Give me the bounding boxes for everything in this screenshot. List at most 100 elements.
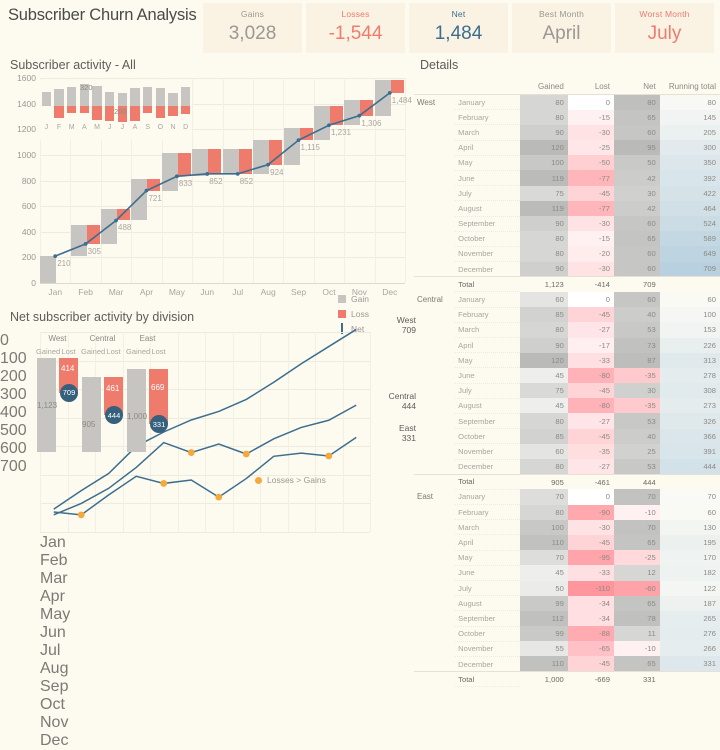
table-row[interactable]: August 99 -34 65 187 xyxy=(414,595,720,612)
table-row[interactable]: August 45 -80 -35 273 xyxy=(414,398,720,414)
table-row[interactable]: June 45 -80 -35 278 xyxy=(414,367,720,384)
gained-cell: 75 xyxy=(519,185,568,201)
kpi-card-net[interactable]: Net 1,484 xyxy=(409,3,508,53)
details-column-header[interactable]: Lost xyxy=(567,80,614,95)
net-cell: 65 xyxy=(613,231,660,247)
region-cell xyxy=(414,276,456,292)
net-point[interactable] xyxy=(235,171,240,176)
table-row[interactable]: March 100 -30 70 130 xyxy=(414,519,720,536)
inset-gained-bar[interactable] xyxy=(127,368,146,452)
table-row[interactable]: April 120 -25 95 300 xyxy=(414,140,720,156)
inset-month-tick: D xyxy=(183,124,189,131)
inset-net-circle[interactable]: 331 xyxy=(150,415,168,434)
region-cell xyxy=(414,246,455,261)
month-cell: February xyxy=(455,109,520,126)
table-row[interactable]: October 85 -45 40 366 xyxy=(414,428,720,445)
lost-cell: 0 xyxy=(567,291,614,308)
table-row[interactable]: May 120 -33 87 313 xyxy=(414,352,720,369)
losses-gt-gains-point[interactable] xyxy=(187,449,195,456)
table-row[interactable]: October 80 -15 65 589 xyxy=(414,231,720,247)
table-row[interactable]: East January 70 0 70 70 xyxy=(414,489,720,506)
losses-gt-gains-point[interactable] xyxy=(77,511,85,519)
total-label: Total xyxy=(455,671,520,688)
table-row[interactable]: July 75 -45 30 308 xyxy=(414,383,720,399)
table-row[interactable]: November 80 -20 60 649 xyxy=(414,246,720,263)
inset-group-header: East xyxy=(139,334,156,343)
lost-cell: -45 xyxy=(567,185,614,201)
table-row[interactable]: March 90 -30 60 205 xyxy=(414,124,720,141)
month-cell: November xyxy=(455,641,520,657)
table-row[interactable]: May 70 -95 -25 170 xyxy=(414,550,720,566)
region-cell xyxy=(414,307,455,322)
net-point[interactable] xyxy=(357,113,362,118)
table-row[interactable]: West January 80 0 80 80 xyxy=(414,94,720,111)
details-column-header[interactable]: Gained xyxy=(519,80,568,95)
table-row[interactable]: September 112 -34 78 265 xyxy=(414,610,720,627)
running-total-cell: 70 xyxy=(659,489,720,505)
net-point[interactable] xyxy=(144,188,149,193)
kpi-card-losses[interactable]: Losses -1,544 xyxy=(306,3,405,53)
table-row[interactable]: February 80 -90 -10 60 xyxy=(414,504,720,521)
net-point[interactable] xyxy=(174,174,179,179)
table-row[interactable]: December 80 -27 53 444 xyxy=(414,459,720,475)
net-point[interactable] xyxy=(114,218,118,223)
region-cell xyxy=(414,413,455,428)
region-cell xyxy=(414,262,455,277)
net-point[interactable] xyxy=(205,171,210,176)
table-row[interactable]: July 75 -45 30 422 xyxy=(414,185,720,202)
inset-gain-bar xyxy=(66,87,77,106)
details-column-header[interactable] xyxy=(455,80,520,95)
table-row[interactable]: July 50 -110 -60 122 xyxy=(414,580,720,597)
inset-net-circle[interactable]: 709 xyxy=(60,383,78,402)
legend-item-gain[interactable]: Gain xyxy=(338,291,369,306)
lost-cell: -15 xyxy=(567,231,614,247)
net-point[interactable] xyxy=(387,90,392,95)
inset-net-circle[interactable]: 444 xyxy=(105,406,123,424)
table-row[interactable]: April 110 -45 65 195 xyxy=(414,534,720,551)
chart1-y-tick: 800 xyxy=(21,175,36,186)
net-point[interactable] xyxy=(327,123,331,128)
details-column-header[interactable]: Running total xyxy=(659,80,720,95)
table-row[interactable]: December 110 -45 65 331 xyxy=(414,656,720,673)
table-row[interactable]: October 99 -88 11 276 xyxy=(414,626,720,642)
net-point[interactable] xyxy=(296,138,301,143)
kpi-card-worst-month[interactable]: Worst Month July xyxy=(615,3,714,53)
net-point[interactable] xyxy=(266,162,271,167)
net-point[interactable] xyxy=(53,254,58,258)
region-cell xyxy=(414,368,455,383)
details-column-header[interactable]: Net xyxy=(613,80,660,95)
table-row[interactable]: March 80 -27 53 153 xyxy=(414,322,720,339)
table-row[interactable]: February 85 -45 40 100 xyxy=(414,307,720,323)
table-row[interactable]: June 119 -77 42 392 xyxy=(414,170,720,187)
kpi-card-gains[interactable]: Gains 3,028 xyxy=(203,3,302,53)
table-row[interactable]: November 60 -35 25 391 xyxy=(414,443,720,460)
kpi-card-best-month[interactable]: Best Month April xyxy=(512,3,611,53)
table-row[interactable]: June 45 -33 12 182 xyxy=(414,565,720,582)
table-row[interactable]: August 119 -77 42 464 xyxy=(414,200,720,217)
running-total-cell: 524 xyxy=(659,216,720,232)
table-row[interactable]: September 90 -30 60 524 xyxy=(414,216,720,232)
table-row[interactable]: May 100 -50 50 350 xyxy=(414,155,720,171)
table-row[interactable]: November 55 -65 -10 266 xyxy=(414,641,720,657)
table-row[interactable]: April 90 -17 73 226 xyxy=(414,337,720,354)
losses-gt-gains-point[interactable] xyxy=(160,480,168,487)
losses-gt-gains-point[interactable] xyxy=(215,493,223,501)
lost-cell: -50 xyxy=(567,155,614,171)
table-row[interactable]: Central January 60 0 60 60 xyxy=(414,291,720,308)
net-cell: -10 xyxy=(613,504,660,520)
table-row[interactable]: December 90 -30 60 709 xyxy=(414,261,720,278)
losses-gt-gains-point[interactable] xyxy=(325,452,333,460)
running-total-cell: 391 xyxy=(659,443,720,459)
region-cell: Central xyxy=(417,295,443,305)
lost-cell: -90 xyxy=(567,504,614,520)
month-cell: December xyxy=(455,261,520,278)
details-column-header[interactable] xyxy=(414,80,456,95)
inset-gained-bar[interactable] xyxy=(82,376,101,452)
table-row[interactable]: February 80 -15 65 145 xyxy=(414,109,720,126)
net-cell: 30 xyxy=(613,383,660,399)
net-point[interactable] xyxy=(83,242,88,246)
running-total-cell: 273 xyxy=(659,398,720,414)
table-row[interactable]: September 80 -27 53 326 xyxy=(414,413,720,430)
losses-gt-gains-point[interactable] xyxy=(242,450,250,458)
net-cell: 30 xyxy=(613,185,660,201)
